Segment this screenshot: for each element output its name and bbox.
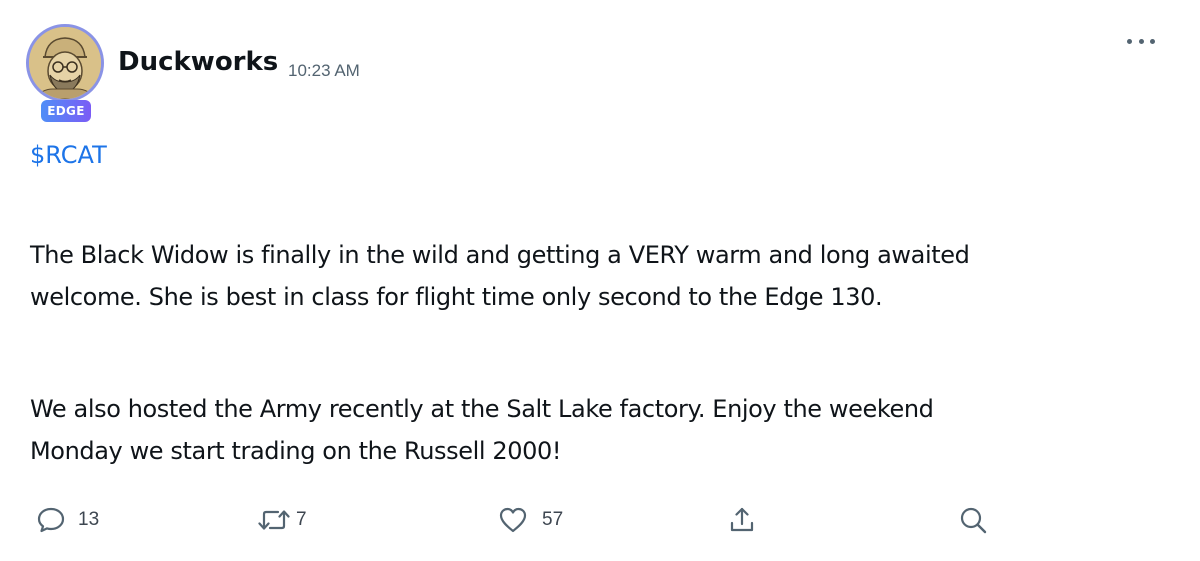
reply-button[interactable]: 13	[36, 506, 99, 534]
avatar[interactable]	[26, 24, 104, 102]
more-dot	[1150, 38, 1155, 44]
post-text-line: welcome. She is best in class for flight…	[30, 283, 883, 311]
post-timestamp[interactable]: 10:23 AM	[288, 60, 360, 82]
more-dot	[1138, 38, 1144, 44]
post-action-bar: 13 7 57	[0, 498, 1200, 542]
post-text-line: The Black Widow is finally in the wild a…	[30, 241, 970, 269]
author-name[interactable]: Duckworks	[118, 46, 278, 78]
cashtag-link[interactable]: $RCAT	[30, 138, 107, 172]
search-icon	[960, 507, 987, 534]
post-text-line: We also hosted the Army recently at the …	[30, 395, 934, 423]
avatar-portrait-image	[29, 27, 101, 99]
post-paragraph-2: We also hosted the Army recently at the …	[30, 388, 1170, 472]
like-count: 57	[542, 509, 564, 530]
search-button[interactable]	[958, 506, 988, 534]
post-card: EDGE Duckworks 10:23 AM $RCAT The Black …	[0, 0, 1200, 561]
share-icon	[730, 507, 754, 532]
post-text-line: Monday we start trading on the Russell 2…	[30, 437, 562, 465]
heart-icon	[499, 507, 527, 533]
comment-icon	[37, 507, 65, 533]
more-dot	[1127, 38, 1132, 44]
more-options-icon[interactable]	[1124, 30, 1158, 52]
like-button[interactable]: 57	[498, 506, 563, 534]
repost-icon	[258, 510, 290, 530]
reply-count: 13	[78, 509, 100, 530]
post-paragraph-1: The Black Widow is finally in the wild a…	[30, 234, 1170, 318]
repost-button[interactable]: 7	[258, 506, 307, 534]
repost-count: 7	[296, 509, 307, 530]
author-avatar-group[interactable]: EDGE	[26, 24, 108, 122]
share-button[interactable]	[728, 506, 756, 534]
edge-badge: EDGE	[41, 100, 91, 122]
